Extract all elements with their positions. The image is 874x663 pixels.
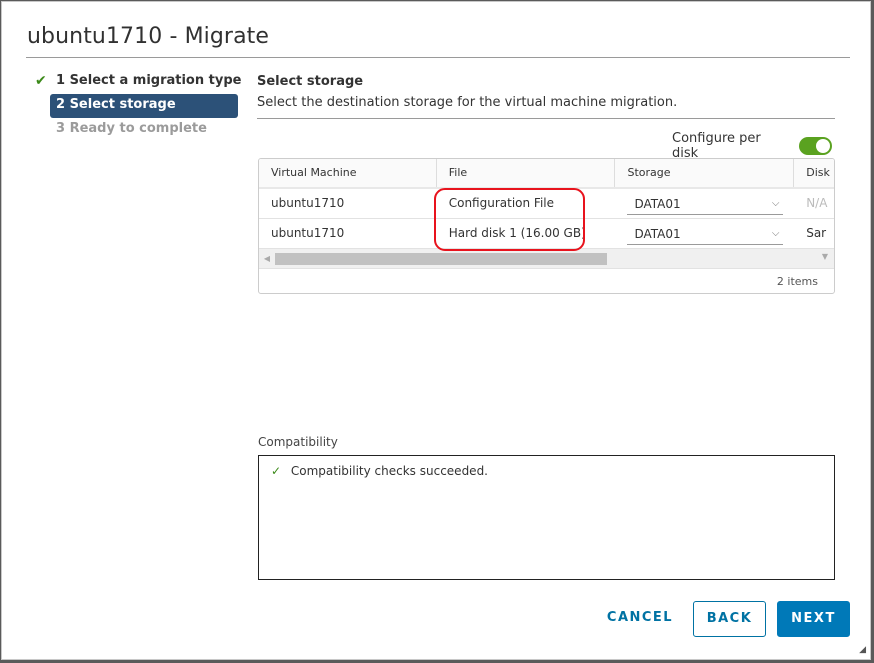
toggle-knob — [816, 139, 830, 153]
cell-disk: N/A — [806, 196, 828, 210]
horizontal-scrollbar[interactable]: ◀ ▼ — [259, 249, 834, 269]
section-divider — [257, 118, 835, 119]
compatibility-message: Compatibility checks succeeded. — [290, 464, 488, 478]
wizard-steps: ✔ 1 Select a migration type 2 Select sto… — [32, 70, 242, 142]
step-label: 3 Ready to complete — [56, 121, 207, 136]
chevron-down-icon: ⌵ — [771, 228, 780, 239]
next-button[interactable]: NEXT — [777, 601, 850, 637]
title-divider — [26, 57, 850, 58]
back-button[interactable]: BACK — [693, 601, 766, 637]
storage-select-value: DATA01 — [634, 227, 681, 241]
check-icon: ✔ — [35, 73, 47, 89]
scrollbar-thumb[interactable] — [275, 252, 607, 265]
cell-disk[interactable]: Sar — [794, 219, 834, 248]
grid-item-count: 2 items — [776, 275, 818, 288]
table-row[interactable]: ubuntu1710 Configuration File DATA01 ⌵ N… — [259, 189, 834, 219]
storage-select-value: DATA01 — [634, 197, 681, 211]
step-select-migration-type[interactable]: ✔ 1 Select a migration type — [32, 70, 242, 94]
step-select-storage[interactable]: 2 Select storage — [50, 94, 238, 118]
scroll-left-icon[interactable]: ◀ — [259, 254, 275, 263]
column-header-file[interactable]: File — [437, 159, 616, 187]
migrate-dialog: ubuntu1710 - Migrate ✔ 1 Select a migrat… — [1, 1, 871, 660]
configure-per-disk-toggle[interactable] — [799, 137, 832, 155]
compatibility-box: ✓ Compatibility checks succeeded. — [258, 455, 835, 580]
step-label: 2 Select storage — [56, 97, 176, 112]
cell-file: Hard disk 1 (16.00 GB) — [448, 226, 586, 240]
section-description: Select the destination storage for the v… — [257, 95, 678, 110]
storage-select[interactable]: DATA01 ⌵ — [627, 223, 784, 245]
cell-storage: DATA01 ⌵ — [615, 219, 794, 248]
column-header-disk[interactable]: Disk — [794, 159, 834, 187]
chevron-down-icon: ⌵ — [771, 198, 780, 209]
storage-select[interactable]: DATA01 ⌵ — [627, 193, 784, 215]
dialog-title: ubuntu1710 - Migrate — [27, 24, 270, 49]
section-title: Select storage — [257, 74, 364, 89]
grid-header: Virtual Machine File Storage Disk — [259, 159, 834, 189]
step-label: 1 Select a migration type — [56, 73, 242, 88]
compatibility-label: Compatibility — [258, 435, 338, 449]
cancel-button[interactable]: CANCEL — [600, 601, 680, 637]
resize-handle-icon[interactable]: ◢ — [859, 645, 866, 655]
storage-grid: Virtual Machine File Storage Disk ubuntu… — [258, 158, 835, 294]
configure-per-disk-label: Configure per disk — [672, 131, 761, 161]
cell-vm: ubuntu1710 — [271, 196, 345, 210]
success-check-icon: ✓ — [271, 464, 282, 478]
cell-storage: DATA01 ⌵ — [615, 189, 794, 218]
content-panel: Select storage Select the destination st… — [257, 74, 837, 580]
table-row[interactable]: ubuntu1710 Hard disk 1 (16.00 GB) DATA01… — [259, 219, 834, 249]
configure-per-disk-row: Configure per disk — [672, 131, 832, 161]
step-ready-to-complete: 3 Ready to complete — [32, 118, 242, 142]
column-header-virtual-machine[interactable]: Virtual Machine — [259, 159, 437, 187]
cell-file: Configuration File — [448, 196, 555, 210]
scroll-down-icon[interactable]: ▼ — [822, 252, 828, 261]
cell-vm: ubuntu1710 — [271, 226, 345, 240]
column-header-storage[interactable]: Storage — [615, 159, 795, 187]
